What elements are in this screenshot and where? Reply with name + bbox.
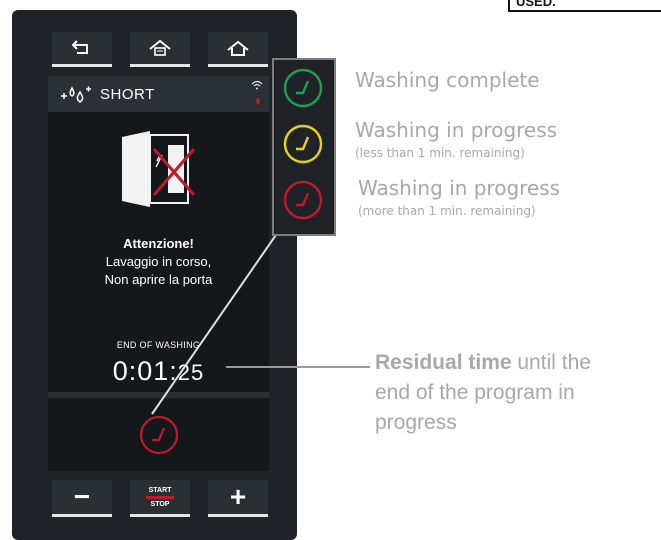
clock-green-icon (283, 68, 323, 108)
status-legend-box (272, 58, 336, 236)
legend-progress-short-title: Washing in progress (355, 118, 558, 142)
legend-progress-short-detail: (less than 1 min. remaining) (355, 146, 525, 160)
residual-time-note: Residual time until the end of the progr… (375, 348, 591, 438)
clock-red-icon (283, 180, 323, 220)
residual-note-bold: Residual time (375, 351, 512, 374)
legend-progress-long-detail: (more than 1 min. remaining) (358, 204, 536, 218)
clock-yellow-icon (283, 124, 323, 164)
legend-complete-title: Washing complete (355, 68, 540, 92)
residual-note-line3: progress (375, 411, 457, 434)
residual-note-rest: until the (511, 351, 591, 374)
legend-progress-long-title: Washing in progress (358, 176, 561, 200)
residual-note-line2: end of the program in (375, 381, 575, 404)
